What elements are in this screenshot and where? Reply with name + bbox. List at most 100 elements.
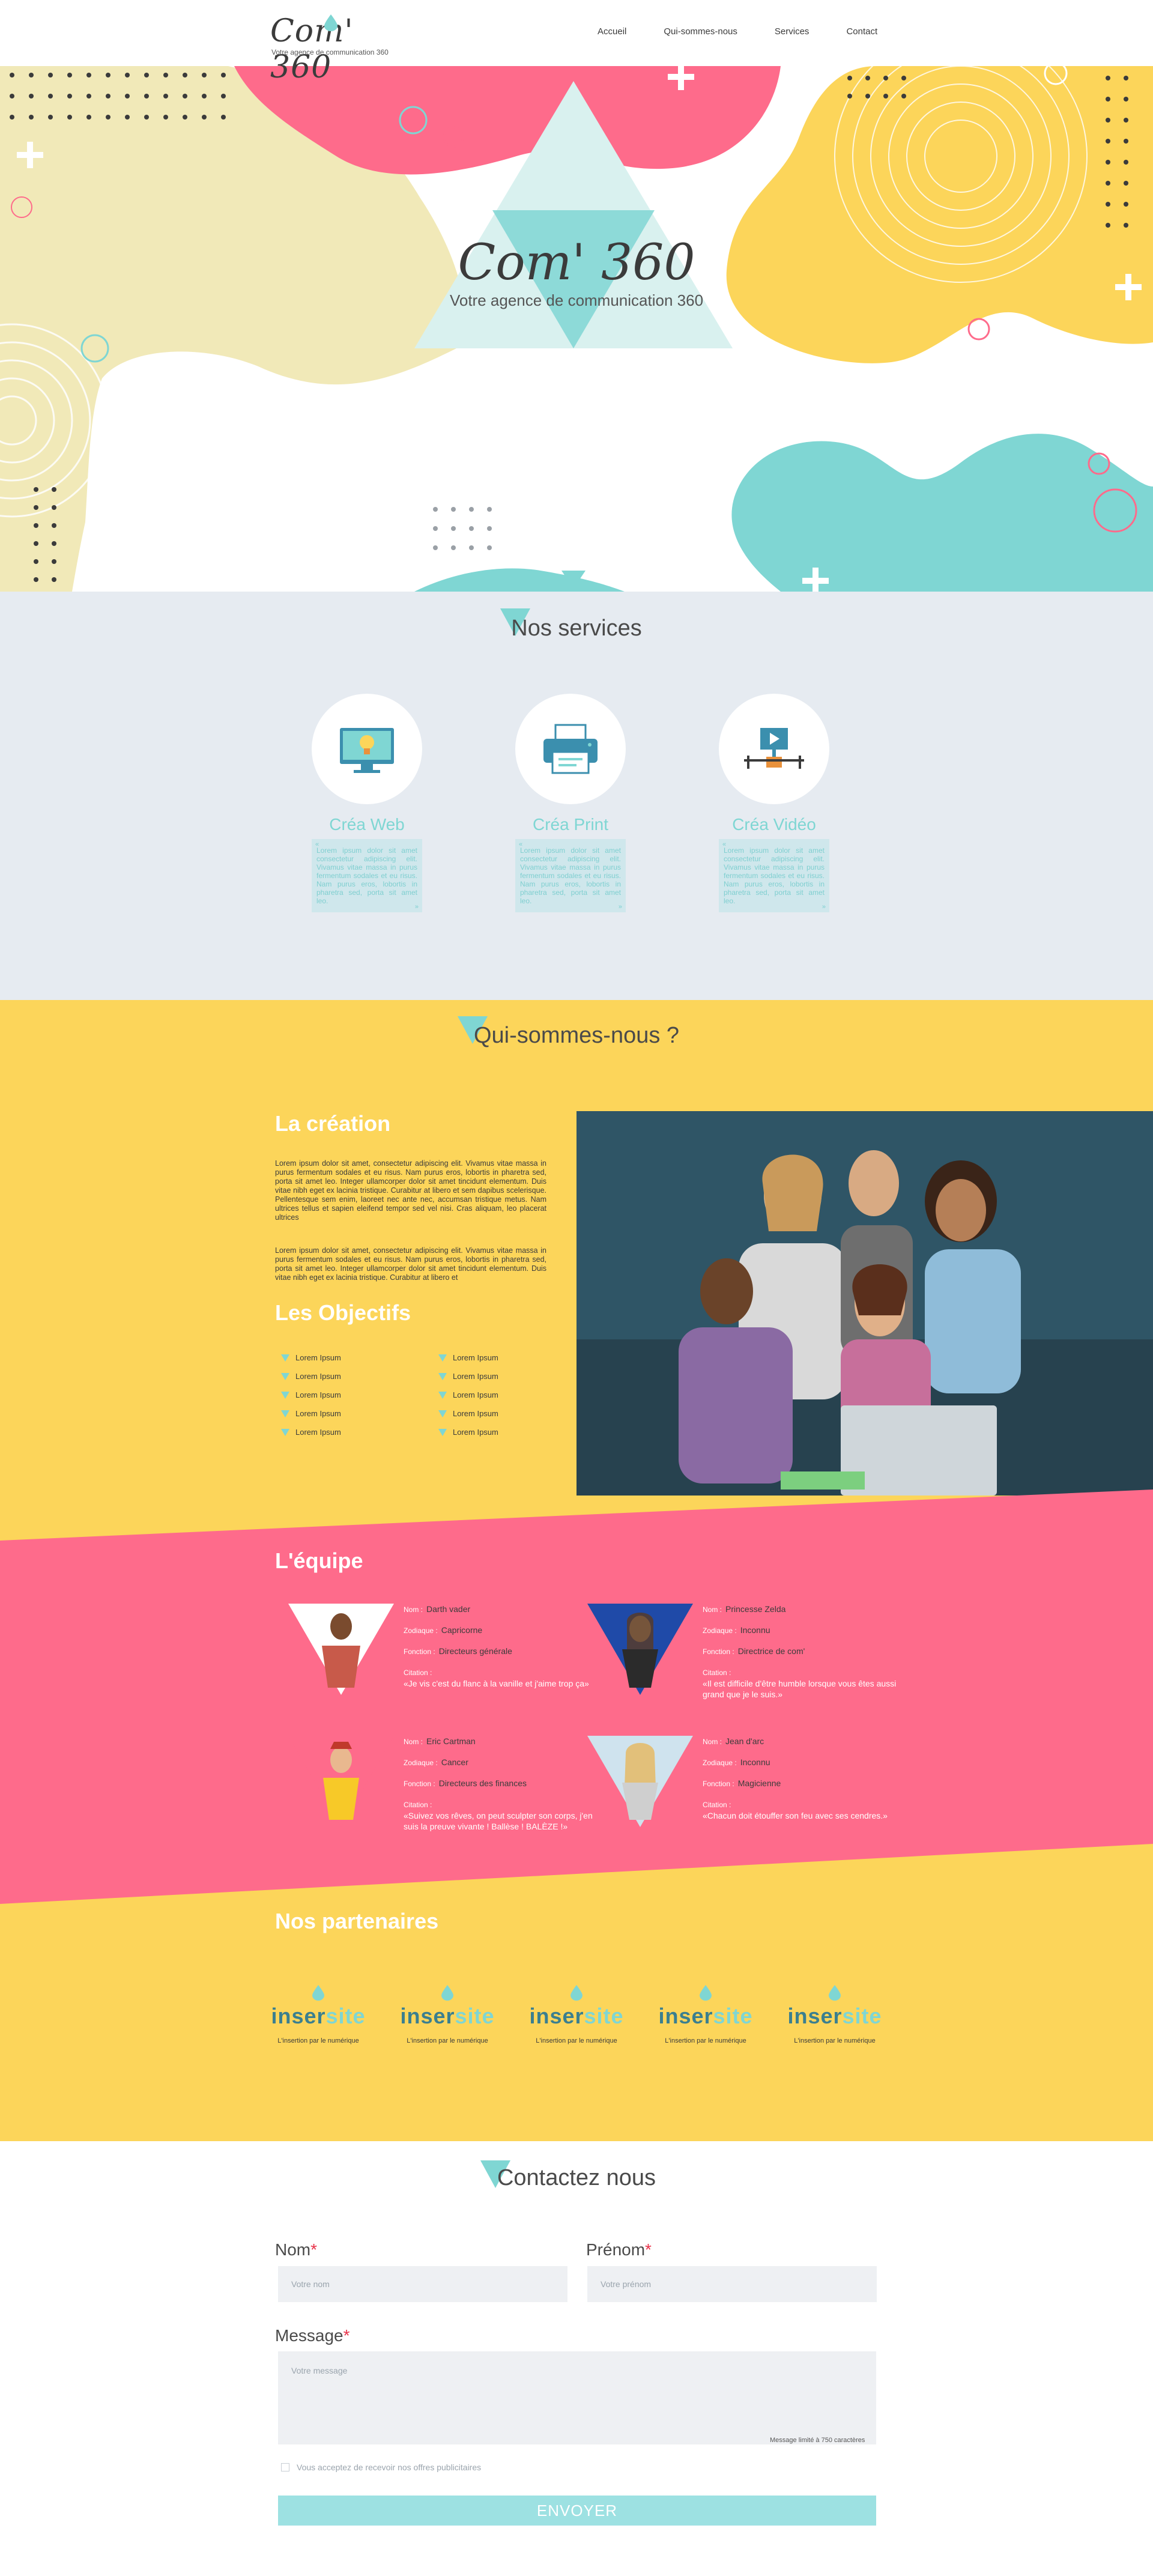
- drop-icon: [570, 1985, 583, 2001]
- drop-icon: [324, 14, 337, 31]
- service-crea-print[interactable]: Créa Print « Lorem ipsum dolor sit amet …: [515, 694, 626, 912]
- quote-close-icon: »: [822, 903, 826, 911]
- triangle-bullet-icon: [438, 1410, 447, 1417]
- member-zodiac: Cancer: [441, 1757, 468, 1767]
- member-name: Princesse Zelda: [725, 1604, 786, 1614]
- hero-decoration: [0, 66, 1153, 592]
- member-info: Nom : Eric Cartman Zodiaque : Cancer Fonct…: [404, 1736, 602, 1832]
- prenom-field[interactable]: Votre prénom: [587, 2266, 877, 2302]
- team-section: L'équipe Nom : Darth vader Zodiaque : Capr…: [0, 1490, 1153, 1904]
- triangle-bullet-icon: [438, 1428, 447, 1436]
- services-section: Nos services Créa Web « Lorem ipsum dolo…: [0, 592, 1153, 1000]
- service-name: Créa Web: [329, 815, 405, 834]
- service-description: « Lorem ipsum dolor sit amet consectetur…: [515, 839, 626, 912]
- triangle-bullet-icon: [281, 1410, 289, 1417]
- service-description: « Lorem ipsum dolor sit amet consectetur…: [312, 839, 422, 912]
- drop-icon: [441, 1985, 453, 2001]
- service-icon-circle: [719, 694, 829, 804]
- partner-tagline: L'insertion par le numérique: [536, 2037, 617, 2044]
- hero-section: Com' 360 Votre agence de communication 3…: [0, 66, 1153, 592]
- checkbox-icon[interactable]: [281, 2463, 289, 2471]
- member-name: Eric Cartman: [426, 1736, 476, 1746]
- partner-name: insersite: [271, 2004, 366, 2028]
- partner-logo-insersite[interactable]: insersite L'insertion par le numérique: [387, 1985, 507, 2044]
- nav-contact[interactable]: Contact: [846, 26, 877, 37]
- list-item: Lorem Ipsum: [438, 1348, 558, 1367]
- member-info: Nom : Princesse Zelda Zodiaque : Inconnu F…: [703, 1604, 901, 1709]
- monitor-bulb-icon: [340, 728, 394, 773]
- triangle-bullet-icon: [281, 1354, 289, 1362]
- creation-paragraph-1: Lorem ipsum dolor sit amet, consectetur …: [275, 1159, 546, 1222]
- member-photo: [587, 1736, 693, 1827]
- consent-checkbox[interactable]: Vous acceptez de recevoir nos offres pub…: [281, 2462, 481, 2472]
- list-item: Lorem Ipsum: [281, 1348, 401, 1367]
- site-logo[interactable]: Com' 360 Votre agence de communication 3…: [270, 12, 390, 85]
- partner-logo-insersite[interactable]: insersite L'insertion par le numérique: [775, 1985, 895, 2044]
- drop-icon: [700, 1985, 712, 2001]
- partner-tagline: L'insertion par le numérique: [665, 2037, 746, 2044]
- service-name: Créa Vidéo: [732, 815, 816, 834]
- nav-qui-sommes-nous[interactable]: Qui-sommes-nous: [664, 26, 737, 37]
- service-crea-video[interactable]: Créa Vidéo « Lorem ipsum dolor sit amet …: [719, 694, 829, 912]
- member-photo: [587, 1604, 693, 1695]
- creation-title: La création: [275, 1111, 391, 1136]
- quote-close-icon: »: [618, 903, 622, 911]
- list-item: Lorem Ipsum: [438, 1404, 558, 1423]
- service-description: « Lorem ipsum dolor sit amet consectetur…: [719, 839, 829, 912]
- video-player-icon: [744, 728, 804, 769]
- member-quote: «Il est difficile d'être humble lorsque …: [703, 1679, 897, 1699]
- about-title: Qui-sommes-nous ?: [473, 1023, 680, 1048]
- objectives-list-right: Lorem Ipsum Lorem Ipsum Lorem Ipsum Lore…: [438, 1348, 558, 1441]
- quote-open-icon: «: [722, 841, 727, 848]
- nav-services[interactable]: Services: [775, 26, 810, 37]
- member-zodiac: Inconnu: [740, 1625, 770, 1635]
- nom-field[interactable]: Votre nom: [278, 2266, 567, 2302]
- quote-open-icon: «: [315, 841, 319, 848]
- member-quote: «Chacun doit étouffer son feu avec ses c…: [703, 1811, 888, 1820]
- list-item: Lorem Ipsum: [438, 1386, 558, 1404]
- member-role: Directeurs générale: [438, 1646, 512, 1656]
- partner-logo-insersite[interactable]: insersite L'insertion par le numérique: [516, 1985, 637, 2044]
- team-member-card: Nom : Princesse Zelda Zodiaque : Inconnu F…: [587, 1604, 900, 1724]
- triangle-bullet-icon: [281, 1391, 289, 1399]
- service-crea-web[interactable]: Créa Web « Lorem ipsum dolor sit amet co…: [312, 694, 422, 912]
- creation-paragraph-2: Lorem ipsum dolor sit amet, consectetur …: [275, 1246, 546, 1282]
- member-zodiac: Capricorne: [441, 1625, 483, 1635]
- member-photo: [288, 1604, 394, 1695]
- message-limit-hint: Message limité à 750 caractères: [770, 2437, 865, 2444]
- team-member-card: Nom : Jean d'arc Zodiaque : Inconnu Foncti…: [587, 1736, 900, 1856]
- hero-title: Com' 360: [458, 234, 695, 291]
- partner-name: insersite: [529, 2004, 624, 2028]
- team-photo: [576, 1111, 1153, 1496]
- member-photo: [288, 1736, 394, 1827]
- team-member-card: Nom : Darth vader Zodiaque : Capricorne Fo…: [288, 1604, 601, 1724]
- service-text: Lorem ipsum dolor sit amet consectetur a…: [316, 846, 417, 905]
- objectives-title: Les Objectifs: [275, 1300, 411, 1325]
- member-role: Directrice de com': [737, 1646, 805, 1656]
- partner-tagline: L'insertion par le numérique: [794, 2037, 876, 2044]
- service-text: Lorem ipsum dolor sit amet consectetur a…: [520, 846, 621, 905]
- member-name: Jean d'arc: [725, 1736, 764, 1746]
- member-zodiac: Inconnu: [740, 1757, 770, 1767]
- partner-logo-insersite[interactable]: insersite L'insertion par le numérique: [258, 1985, 378, 2044]
- partner-name: insersite: [658, 2004, 753, 2028]
- member-quote: «Je vis c'est du flanc à la vanille et j…: [404, 1679, 589, 1688]
- quote-open-icon: «: [519, 841, 523, 848]
- services-title: Nos services: [511, 616, 642, 641]
- page: Com' 360 Votre agence de communication 3…: [0, 0, 1153, 2576]
- submit-button[interactable]: ENVOYER: [278, 2496, 876, 2526]
- nav-accueil[interactable]: Accueil: [598, 26, 626, 37]
- list-item: Lorem Ipsum: [281, 1367, 401, 1386]
- nom-label: Nom*: [275, 2240, 318, 2259]
- member-info: Nom : Jean d'arc Zodiaque : Inconnu Foncti…: [703, 1736, 901, 1831]
- team-member-card: Nom : Eric Cartman Zodiaque : Cancer Fonct…: [288, 1736, 601, 1856]
- hero-subtitle: Votre agence de communication 360: [449, 291, 704, 309]
- member-name: Darth vader: [426, 1604, 471, 1614]
- member-role: Directeurs des finances: [438, 1778, 527, 1788]
- partners-title: Nos partenaires: [275, 1909, 439, 1933]
- prenom-label: Prénom*: [586, 2240, 652, 2259]
- partner-logo-insersite[interactable]: insersite L'insertion par le numérique: [646, 1985, 766, 2044]
- message-field[interactable]: Votre message: [278, 2351, 876, 2444]
- triangle-bullet-icon: [438, 1354, 447, 1362]
- member-info: Nom : Darth vader Zodiaque : Capricorne Fo…: [404, 1604, 602, 1699]
